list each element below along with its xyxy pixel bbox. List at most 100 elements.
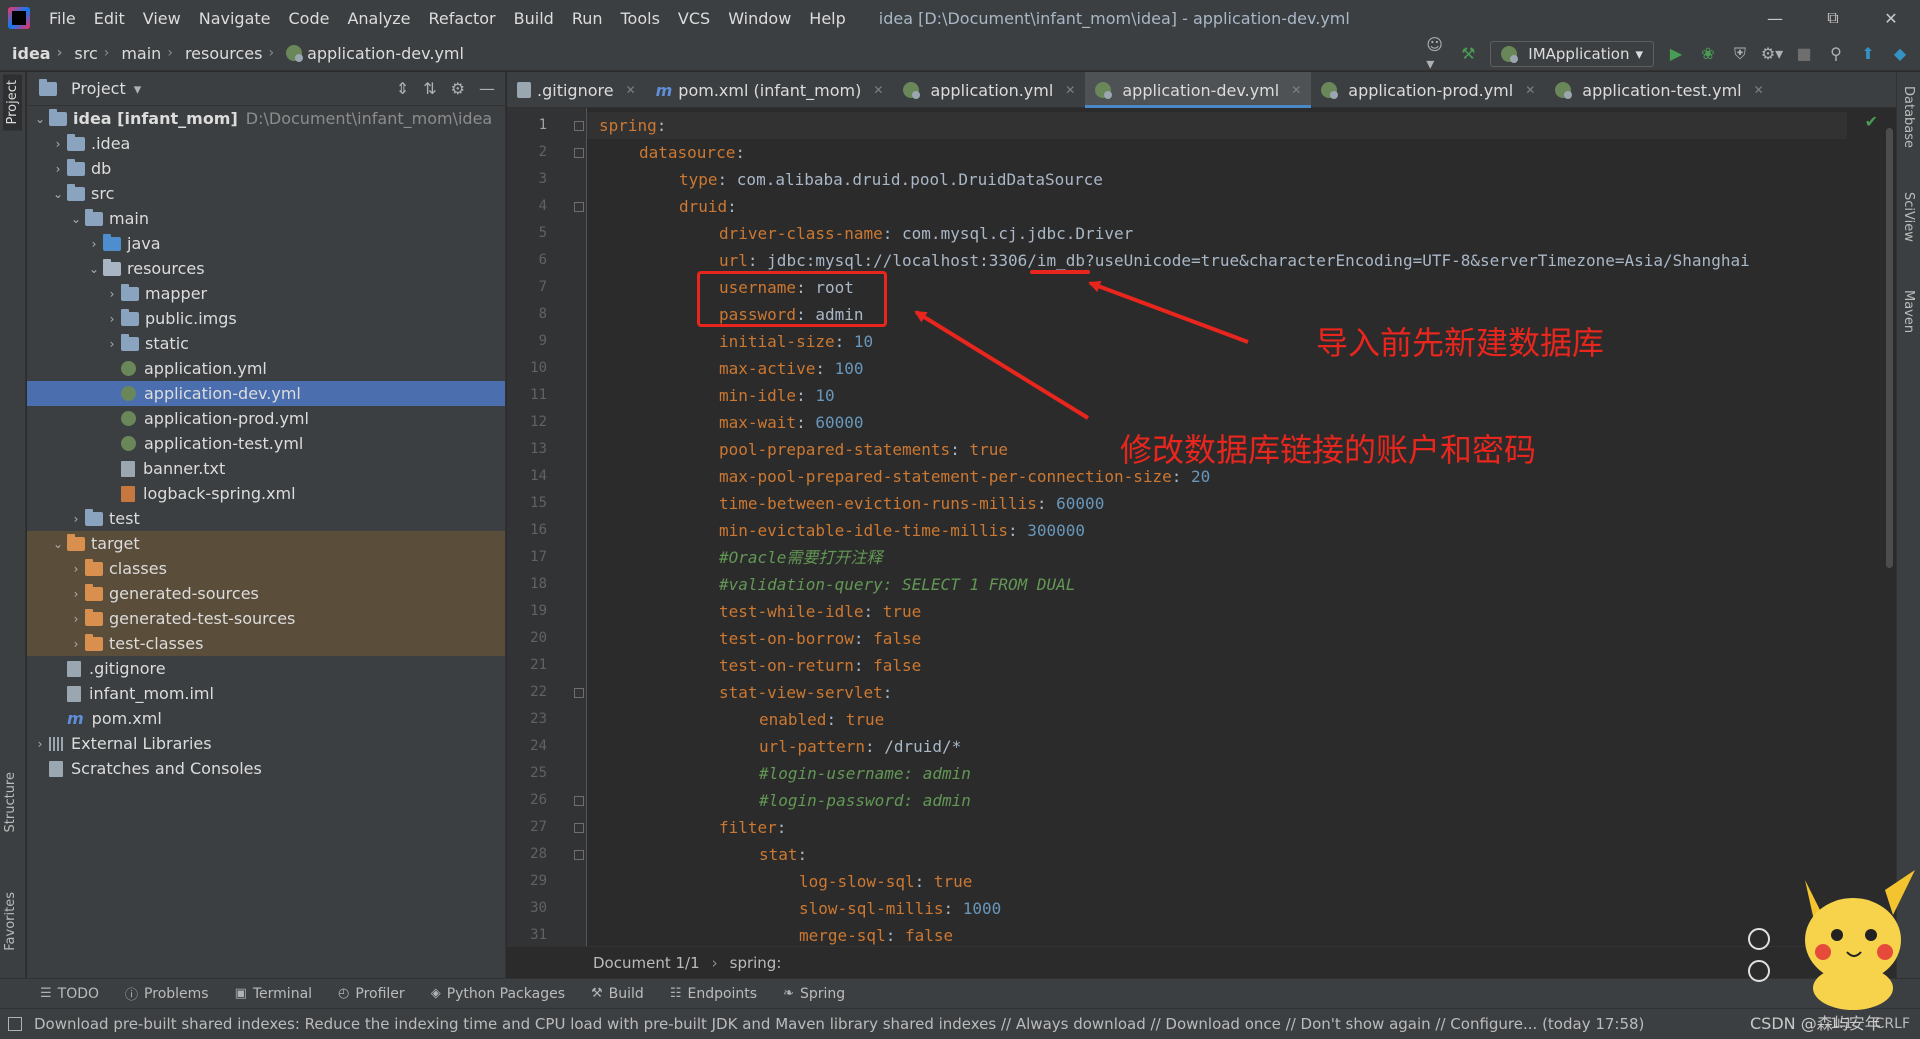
menu-run[interactable]: Run bbox=[563, 9, 612, 28]
bottom-tab-python-packages[interactable]: ◈ Python Packages bbox=[431, 986, 565, 1002]
editor-tab[interactable]: application.yml ✕ bbox=[893, 72, 1085, 108]
menu-view[interactable]: View bbox=[134, 9, 190, 28]
tree-item[interactable]: ⌄ resources bbox=[27, 256, 505, 281]
bottom-tab-todo[interactable]: ☰ TODO bbox=[40, 986, 99, 1002]
structure-tool-button[interactable]: Structure bbox=[3, 772, 18, 832]
tree-item[interactable]: › db bbox=[27, 156, 505, 181]
tree-item[interactable]: ⌄ main bbox=[27, 206, 505, 231]
spring-crumb[interactable]: spring: bbox=[730, 954, 782, 972]
project-tool-button[interactable]: Project bbox=[3, 74, 22, 131]
menu-help[interactable]: Help bbox=[800, 9, 854, 28]
tree-item[interactable]: application.yml bbox=[27, 356, 505, 381]
bottom-tab-problems[interactable]: ⓘ Problems bbox=[125, 984, 209, 1004]
code-line[interactable]: spring: bbox=[587, 112, 1847, 139]
chevron-right-icon[interactable]: › bbox=[67, 637, 85, 651]
code-line[interactable]: url-pattern: /druid/* bbox=[587, 733, 1847, 760]
breadcrumb-item[interactable]: main › bbox=[109, 44, 173, 63]
fold-marker-icon[interactable] bbox=[574, 796, 584, 806]
breadcrumb-item[interactable]: resources › bbox=[173, 44, 274, 63]
code-line[interactable]: filter: bbox=[587, 814, 1847, 841]
tree-item[interactable]: › java bbox=[27, 231, 505, 256]
intellij-logo-icon[interactable] bbox=[8, 7, 30, 29]
chevron-right-icon[interactable]: › bbox=[49, 137, 67, 151]
no-problems-check-icon[interactable]: ✔ bbox=[1865, 112, 1878, 131]
maven-tool-button[interactable]: Maven bbox=[1901, 290, 1916, 333]
bottom-tab-terminal[interactable]: ▣ Terminal bbox=[235, 986, 312, 1002]
debug-icon[interactable]: ❀ bbox=[1698, 44, 1718, 64]
code-line[interactable]: initial-size: 10 bbox=[587, 328, 1847, 355]
menu-edit[interactable]: Edit bbox=[85, 9, 134, 28]
dot-widget-icon[interactable] bbox=[1748, 960, 1770, 982]
tree-item[interactable]: application-test.yml bbox=[27, 431, 505, 456]
stop-icon[interactable]: ■ bbox=[1794, 44, 1814, 64]
tree-item[interactable]: › test-classes bbox=[27, 631, 505, 656]
code-line[interactable]: #Oracle需要打开注释 bbox=[587, 544, 1847, 571]
menu-tools[interactable]: Tools bbox=[612, 9, 669, 28]
editor-tab[interactable]: application-test.yml ✕ bbox=[1545, 72, 1773, 108]
fold-marker-icon[interactable] bbox=[574, 850, 584, 860]
code-area[interactable]: spring: datasource: type: com.alibaba.drui… bbox=[587, 108, 1847, 946]
status-message[interactable]: Download pre-built shared indexes: Reduc… bbox=[0, 1015, 1644, 1033]
bottom-tab-profiler[interactable]: ◴ Profiler bbox=[338, 986, 405, 1002]
code-line[interactable]: test-while-idle: true bbox=[587, 598, 1847, 625]
tree-item[interactable]: .gitignore bbox=[27, 656, 505, 681]
bottom-tab-endpoints[interactable]: ☷ Endpoints bbox=[670, 986, 757, 1002]
code-line[interactable]: log-slow-sql: true bbox=[587, 868, 1847, 895]
restore-button[interactable]: ⧉ bbox=[1804, 0, 1862, 36]
chevron-right-icon[interactable]: › bbox=[49, 162, 67, 176]
tree-item[interactable]: infant_mom.iml bbox=[27, 681, 505, 706]
chevron-right-icon[interactable]: › bbox=[67, 562, 85, 576]
update-icon[interactable]: ⬆ bbox=[1858, 44, 1878, 64]
code-line[interactable]: driver-class-name: com.mysql.cj.jdbc.Dri… bbox=[587, 220, 1847, 247]
tree-item[interactable]: › static bbox=[27, 331, 505, 356]
run-configuration-select[interactable]: IMApplication ▾ bbox=[1490, 40, 1654, 67]
chevron-down-icon[interactable]: ⌄ bbox=[85, 262, 103, 276]
code-line[interactable]: min-evictable-idle-time-millis: 300000 bbox=[587, 517, 1847, 544]
chevron-right-icon[interactable]: › bbox=[31, 737, 49, 751]
fold-marker-icon[interactable] bbox=[574, 148, 584, 158]
editor-tab[interactable]: .gitignore ✕ bbox=[507, 72, 646, 108]
tree-item[interactable]: › .idea bbox=[27, 131, 505, 156]
tree-item[interactable]: ⌄ src bbox=[27, 181, 505, 206]
close-tab-icon[interactable]: ✕ bbox=[1291, 83, 1301, 97]
chevron-right-icon[interactable]: › bbox=[103, 287, 121, 301]
menu-window[interactable]: Window bbox=[719, 9, 800, 28]
bottom-tab-build[interactable]: ⚒ Build bbox=[591, 986, 644, 1002]
user-icon[interactable]: ☺▾ bbox=[1426, 35, 1446, 73]
chevron-right-icon[interactable]: › bbox=[103, 312, 121, 326]
chevron-down-icon[interactable]: ⌄ bbox=[49, 187, 67, 201]
run-icon[interactable]: ▶ bbox=[1666, 44, 1686, 64]
code-line[interactable]: max-active: 100 bbox=[587, 355, 1847, 382]
favorites-tool-button[interactable]: Favorites bbox=[3, 892, 18, 951]
chevron-right-icon[interactable]: › bbox=[67, 512, 85, 526]
tree-item[interactable]: › External Libraries bbox=[27, 731, 505, 756]
chevron-down-icon[interactable]: ⌄ bbox=[31, 112, 49, 126]
code-line[interactable]: enabled: true bbox=[587, 706, 1847, 733]
code-line[interactable]: #login-password: admin bbox=[587, 787, 1847, 814]
refresh-widget-icon[interactable] bbox=[1748, 928, 1770, 950]
code-line[interactable]: #login-username: admin bbox=[587, 760, 1847, 787]
editor-scrollbar[interactable] bbox=[1882, 108, 1896, 946]
code-line[interactable]: merge-sql: false bbox=[587, 922, 1847, 946]
menu-navigate[interactable]: Navigate bbox=[190, 9, 280, 28]
document-crumb[interactable]: Document 1/1 bbox=[593, 954, 700, 972]
tree-item[interactable]: › public.imgs bbox=[27, 306, 505, 331]
chevron-right-icon[interactable]: › bbox=[67, 612, 85, 626]
chevron-right-icon[interactable]: › bbox=[67, 587, 85, 601]
build-hammer-icon[interactable]: ⚒ bbox=[1458, 44, 1478, 64]
editor-tab[interactable]: m pom.xml (infant_mom) ✕ bbox=[646, 72, 894, 108]
menu-code[interactable]: Code bbox=[280, 9, 339, 28]
close-tab-icon[interactable]: ✕ bbox=[873, 83, 883, 97]
close-tab-icon[interactable]: ✕ bbox=[1065, 83, 1075, 97]
chevron-down-icon[interactable]: ⌄ bbox=[49, 537, 67, 551]
sciview-tool-button[interactable]: SciView bbox=[1901, 192, 1916, 242]
tree-item[interactable]: m pom.xml bbox=[27, 706, 505, 731]
fold-marker-icon[interactable] bbox=[574, 823, 584, 833]
close-tab-icon[interactable]: ✕ bbox=[1754, 83, 1764, 97]
code-line[interactable]: min-idle: 10 bbox=[587, 382, 1847, 409]
chevron-right-icon[interactable]: › bbox=[103, 337, 121, 351]
tree-item[interactable]: › generated-test-sources bbox=[27, 606, 505, 631]
close-tab-icon[interactable]: ✕ bbox=[626, 83, 636, 97]
tree-item[interactable]: ⌄ target bbox=[27, 531, 505, 556]
collapse-all-icon[interactable]: ⇅ bbox=[423, 79, 436, 98]
